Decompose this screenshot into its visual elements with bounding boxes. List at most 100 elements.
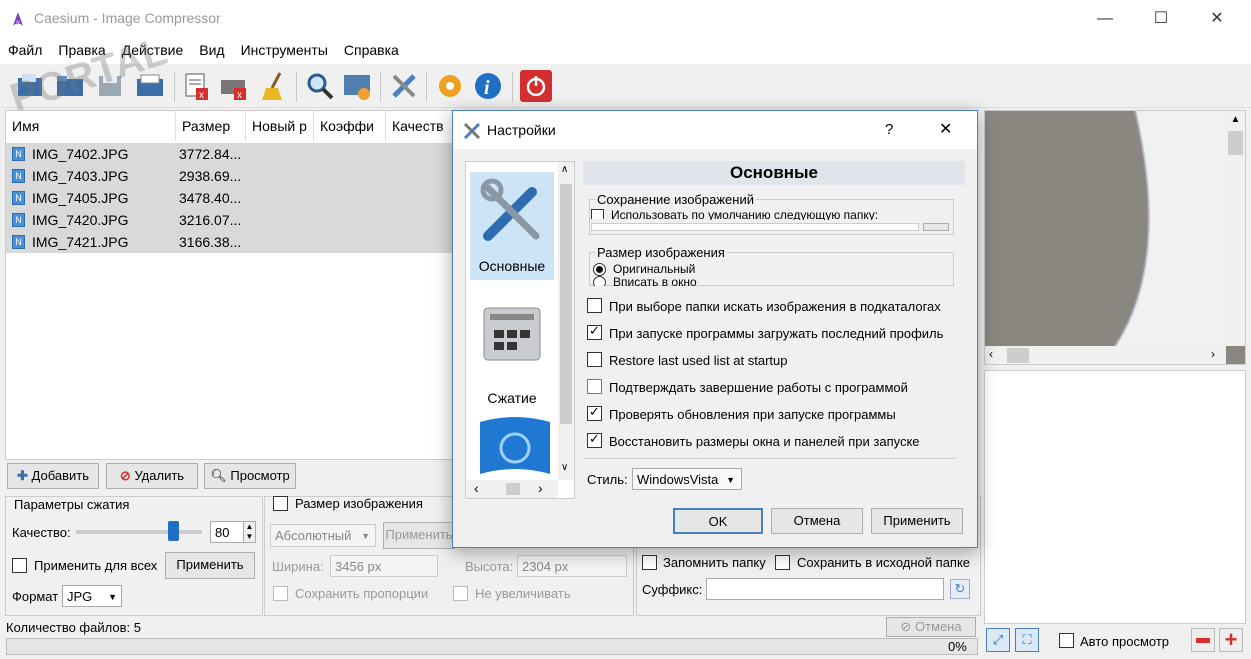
chevron-left-icon[interactable]: ‹ (989, 347, 993, 361)
quality-slider[interactable] (76, 521, 202, 541)
table-row[interactable]: N IMG_7421.JPG 3166.38... (6, 231, 454, 253)
width-input[interactable]: 3456 px (330, 555, 438, 577)
option-row[interactable]: Restore last used list at startup (587, 350, 967, 374)
broom-icon[interactable] (258, 70, 290, 102)
option-checkbox[interactable] (587, 298, 602, 313)
table-row[interactable]: N IMG_7403.JPG 2938.69... (6, 165, 454, 187)
scrollbar-thumb[interactable] (1228, 131, 1243, 155)
dialog-apply-button[interactable]: Применить (871, 508, 963, 534)
option-label: Restore last used list at startup (609, 353, 788, 368)
style-select[interactable]: WindowsVista ▼ (632, 468, 742, 490)
quality-slider-thumb[interactable] (168, 521, 179, 541)
maximize-button[interactable]: ☐ (1138, 0, 1184, 38)
chevron-left-icon[interactable]: ‹ (474, 480, 479, 496)
original-preview[interactable]: ▲ ‹ › (984, 110, 1246, 365)
chevron-up-icon[interactable]: ▲ (1226, 111, 1245, 129)
close-button[interactable]: ✕ (1194, 0, 1240, 38)
apply-all-checkbox[interactable] (12, 558, 27, 573)
option-row[interactable]: Проверять обновления при запуске програм… (587, 404, 967, 428)
scrollbar-thumb[interactable] (560, 184, 572, 424)
cancel-progress-button[interactable]: ⊘ Отмена (886, 617, 976, 637)
file-list[interactable]: Имя Размер Новый р Коэффи Качеств N IMG_7… (5, 110, 456, 460)
ok-button[interactable]: OK (673, 508, 763, 534)
resize-checkbox[interactable] (273, 496, 288, 511)
preview-button[interactable]: 🔍︎ Просмотр (204, 463, 296, 489)
keep-ratio-checkbox[interactable] (273, 586, 288, 601)
format-select[interactable]: JPG ▼ (62, 585, 122, 607)
keep-ratio-label: Сохранить пропорции (295, 586, 429, 601)
vertical-scrollbar[interactable]: ▲ (1226, 111, 1245, 346)
category-vertical-scrollbar[interactable]: ∧ ∨ (558, 162, 574, 480)
compression-group-title: Параметры сжатия (14, 497, 130, 512)
dialog-cancel-button[interactable]: Отмена (771, 508, 863, 534)
option-checkbox[interactable] (587, 404, 602, 421)
use-default-folder-checkbox[interactable] (591, 209, 604, 219)
settings-tools-icon[interactable] (388, 70, 420, 102)
dialog-close-icon[interactable]: ✕ (939, 119, 952, 139)
menu-help[interactable]: Справка (336, 38, 407, 62)
suffix-label: Суффикс: (642, 582, 703, 597)
option-row[interactable]: При выборе папки искать изображения в по… (587, 296, 967, 320)
minimize-button[interactable]: — (1082, 0, 1128, 38)
zoom-icon[interactable] (304, 70, 336, 102)
save-source-checkbox[interactable] (775, 555, 790, 570)
quality-input[interactable]: 80 (210, 521, 244, 543)
update-gear-icon[interactable] (434, 70, 466, 102)
option-checkbox[interactable] (587, 431, 602, 448)
resize-apply-button[interactable]: Применить (383, 522, 455, 549)
zoom-out-icon[interactable] (1191, 628, 1215, 652)
remove-button[interactable]: ⊘ Удалить (106, 463, 198, 489)
table-row[interactable]: N IMG_7402.JPG 3772.84... (6, 143, 454, 165)
category-list[interactable]: Основные Сжатие ∧ ∨ ‹ › (465, 161, 575, 499)
column-header-ratio[interactable]: Коэффи (314, 111, 386, 141)
no-enlarge-checkbox[interactable] (453, 586, 468, 601)
option-checkbox[interactable] (587, 352, 602, 367)
horizontal-scrollbar[interactable]: ‹ › (985, 346, 1226, 364)
menu-file[interactable]: Файл (0, 38, 50, 62)
remember-folder-checkbox[interactable] (642, 555, 657, 570)
option-row[interactable]: Подтверждать завершение работы с програм… (587, 377, 967, 401)
size-fit-radio[interactable] (593, 276, 606, 286)
compressed-preview[interactable] (984, 370, 1246, 624)
quality-spinner[interactable]: ▲ ▼ (243, 521, 256, 543)
column-header-name[interactable]: Имя (6, 111, 176, 141)
option-row[interactable]: При запуске программы загружать последни… (587, 323, 967, 347)
zoom-in-icon[interactable]: + (1219, 628, 1243, 652)
power-exit-icon[interactable] (520, 70, 552, 102)
default-folder-input[interactable] (591, 223, 919, 231)
auto-preview-checkbox[interactable] (1059, 633, 1074, 648)
table-row[interactable]: N IMG_7405.JPG 3478.40... (6, 187, 454, 209)
suffix-input[interactable] (706, 578, 944, 600)
height-input[interactable]: 2304 px (517, 555, 627, 577)
size-original-radio[interactable] (593, 263, 606, 276)
option-checkbox[interactable] (587, 379, 602, 394)
file-size: 3166.38... (179, 234, 242, 250)
fit-window-icon[interactable]: ⤢ (986, 628, 1010, 652)
chevron-right-icon[interactable]: › (538, 480, 543, 496)
column-header-new-size[interactable]: Новый р (246, 111, 314, 141)
category-compression[interactable]: Сжатие (470, 298, 554, 406)
refresh-icon[interactable]: ↻ (950, 579, 970, 599)
category-horizontal-scrollbar[interactable]: ‹ › (466, 480, 558, 498)
table-row[interactable]: N IMG_7420.JPG 3216.07... (6, 209, 454, 231)
column-header-size[interactable]: Размер (176, 111, 246, 141)
chevron-up-icon[interactable]: ∧ (561, 164, 568, 175)
compression-apply-button[interactable]: Применить (165, 552, 255, 579)
chevron-down-icon[interactable]: ∨ (561, 462, 568, 473)
help-button[interactable]: ? (885, 121, 893, 138)
add-button[interactable]: ✚ Добавить (7, 463, 99, 489)
category-general[interactable]: Основные (470, 172, 554, 280)
option-row[interactable]: Восстановить размеры окна и панелей при … (587, 431, 967, 455)
browse-folder-button[interactable] (923, 223, 949, 231)
option-checkbox[interactable] (587, 323, 602, 340)
file-size: 3216.07... (179, 212, 242, 228)
image-settings-icon[interactable] (342, 70, 374, 102)
info-icon[interactable]: i (472, 70, 504, 102)
chevron-right-icon[interactable]: › (1211, 347, 1215, 361)
column-header-quality[interactable]: Качеств (386, 111, 456, 141)
category-update[interactable] (470, 412, 554, 482)
resize-mode-select[interactable]: Абсолютный ▼ (270, 524, 376, 547)
scrollbar-thumb[interactable] (506, 483, 520, 495)
scrollbar-thumb[interactable] (1007, 348, 1029, 363)
actual-size-icon[interactable]: ⛶ (1015, 628, 1039, 652)
